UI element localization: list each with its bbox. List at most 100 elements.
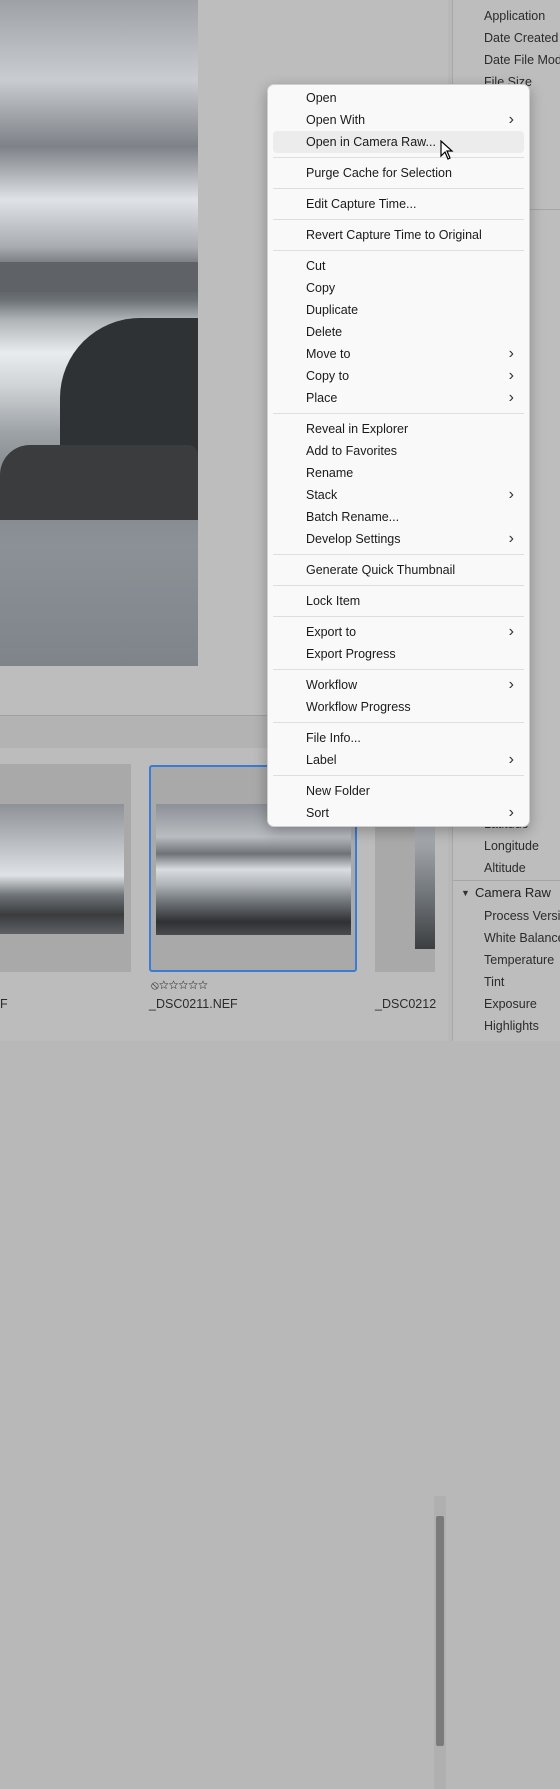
menu-separator (273, 554, 524, 555)
menu-item-edit-capture-time[interactable]: Edit Capture Time... (273, 193, 524, 215)
menu-item-move-to[interactable]: Move to › (273, 343, 524, 365)
menu-separator (273, 775, 524, 776)
metadata-field-label: Date Created (484, 31, 559, 45)
menu-separator (273, 616, 524, 617)
menu-separator (273, 250, 524, 251)
chevron-right-icon: › (508, 367, 514, 384)
menu-item-label: Copy to (306, 369, 350, 383)
menu-item-sort[interactable]: Sort › (273, 802, 524, 824)
menu-item-develop-settings[interactable]: Develop Settings › (273, 528, 524, 550)
menu-item-delete[interactable]: Delete (273, 321, 524, 343)
menu-item-label: Duplicate (306, 303, 359, 317)
menu-item-file-info[interactable]: File Info... (273, 727, 524, 749)
chevron-right-icon: › (508, 486, 514, 503)
file-name: _DSC0212 (375, 997, 437, 1011)
metadata-field-label: Tint (484, 975, 505, 989)
chevron-right-icon: › (508, 676, 514, 693)
thumbnail-image (0, 804, 124, 934)
menu-item-label: Add to Favorites (306, 444, 398, 458)
reject-icon[interactable]: ⦸ (151, 978, 159, 992)
metadata-field-label: Temperature (484, 953, 555, 967)
star-rating[interactable]: ☆☆☆☆☆ (159, 978, 208, 992)
chevron-right-icon: › (508, 804, 514, 821)
rating-row[interactable]: ⦸☆☆☆☆☆ (151, 978, 208, 993)
menu-item-open[interactable]: Open (273, 87, 524, 109)
menu-separator (273, 157, 524, 158)
menu-item-label: File Info... (306, 731, 361, 745)
menu-separator (273, 722, 524, 723)
metadata-divider (453, 880, 560, 881)
metadata-field-label: Exposure (484, 997, 537, 1011)
metadata-field-label: Longitude (484, 839, 539, 853)
menu-item-label: Reveal in Explorer (306, 422, 409, 436)
thumbnail-card[interactable] (0, 764, 131, 972)
menu-item-label[interactable]: Label › (273, 749, 524, 771)
menu-separator (273, 585, 524, 586)
menu-item-label: Place (306, 391, 338, 405)
menu-item-add-to-favorites[interactable]: Add to Favorites (273, 440, 524, 462)
menu-item-duplicate[interactable]: Duplicate (273, 299, 524, 321)
menu-item-open-in-camera-raw[interactable]: Open in Camera Raw... (273, 131, 524, 153)
menu-item-copy[interactable]: Copy (273, 277, 524, 299)
menu-separator (273, 219, 524, 220)
metadata-field-label: Process Versi (484, 909, 560, 923)
menu-item-reveal-in-explorer[interactable]: Reveal in Explorer (273, 418, 524, 440)
context-menu: Open Open With › Open in Camera Raw... Purge… (267, 84, 530, 827)
menu-item-label: Label (306, 753, 337, 767)
scrollbar-thumb[interactable] (436, 1516, 444, 1746)
menu-item-label: Cut (306, 259, 326, 273)
menu-item-label: New Folder (306, 784, 370, 798)
metadata-field-label: Highlights (484, 1019, 539, 1033)
menu-item-export-to[interactable]: Export to › (273, 621, 524, 643)
menu-item-generate-quick-thumbnail[interactable]: Generate Quick Thumbnail (273, 559, 524, 581)
menu-item-label: Open With (306, 113, 366, 127)
file-name: F (0, 997, 8, 1011)
menu-item-cut[interactable]: Cut (273, 255, 524, 277)
menu-item-workflow[interactable]: Workflow › (273, 674, 524, 696)
menu-item-label: Export Progress (306, 647, 396, 661)
menu-item-label: Open in Camera Raw... (306, 135, 436, 149)
menu-item-label: Lock Item (306, 594, 361, 608)
menu-item-revert-capture-time-to-original[interactable]: Revert Capture Time to Original (273, 224, 524, 246)
chevron-right-icon: › (508, 623, 514, 640)
menu-item-label: Stack (306, 488, 338, 502)
preview-image[interactable] (0, 0, 198, 666)
menu-separator (273, 188, 524, 189)
menu-item-label: Open (306, 91, 337, 105)
menu-item-stack[interactable]: Stack › (273, 484, 524, 506)
metadata-field-label: Altitude (484, 861, 526, 875)
chevron-right-icon: › (508, 751, 514, 768)
metadata-field-label: Date File Mod (484, 53, 560, 67)
chevron-right-icon: › (508, 389, 514, 406)
menu-item-new-folder[interactable]: New Folder (273, 780, 524, 802)
menu-item-label: Export to (306, 625, 357, 639)
menu-item-purge-cache-for-selection[interactable]: Purge Cache for Selection (273, 162, 524, 184)
menu-item-lock-item[interactable]: Lock Item (273, 590, 524, 612)
filmstrip-scrollbar[interactable] (434, 1496, 446, 1789)
menu-item-label: Edit Capture Time... (306, 197, 417, 211)
menu-item-export-progress[interactable]: Export Progress (273, 643, 524, 665)
thumbnail-image (415, 819, 435, 949)
menu-item-place[interactable]: Place › (273, 387, 524, 409)
menu-item-rename[interactable]: Rename (273, 462, 524, 484)
menu-item-open-with[interactable]: Open With › (273, 109, 524, 131)
menu-item-copy-to[interactable]: Copy to › (273, 365, 524, 387)
metadata-section-header[interactable]: Camera Raw (475, 885, 551, 900)
chevron-right-icon: › (508, 111, 514, 128)
menu-separator (273, 669, 524, 670)
menu-item-label: Workflow Progress (306, 700, 411, 714)
metadata-field-label: White Balance (484, 931, 560, 945)
menu-item-workflow-progress[interactable]: Workflow Progress (273, 696, 524, 718)
menu-item-label: Sort (306, 806, 329, 820)
collapse-chevron-icon[interactable]: ▼ (461, 888, 470, 898)
menu-item-batch-rename[interactable]: Batch Rename... (273, 506, 524, 528)
menu-item-label: Copy (306, 281, 336, 295)
menu-item-label: Generate Quick Thumbnail (306, 563, 456, 577)
file-name: _DSC0211.NEF (149, 997, 238, 1011)
chevron-right-icon: › (508, 530, 514, 547)
mouse-cursor-icon (440, 140, 454, 160)
chevron-right-icon: › (508, 345, 514, 362)
menu-item-label: Develop Settings (306, 532, 401, 546)
menu-item-label: Workflow (306, 678, 358, 692)
menu-separator (273, 413, 524, 414)
